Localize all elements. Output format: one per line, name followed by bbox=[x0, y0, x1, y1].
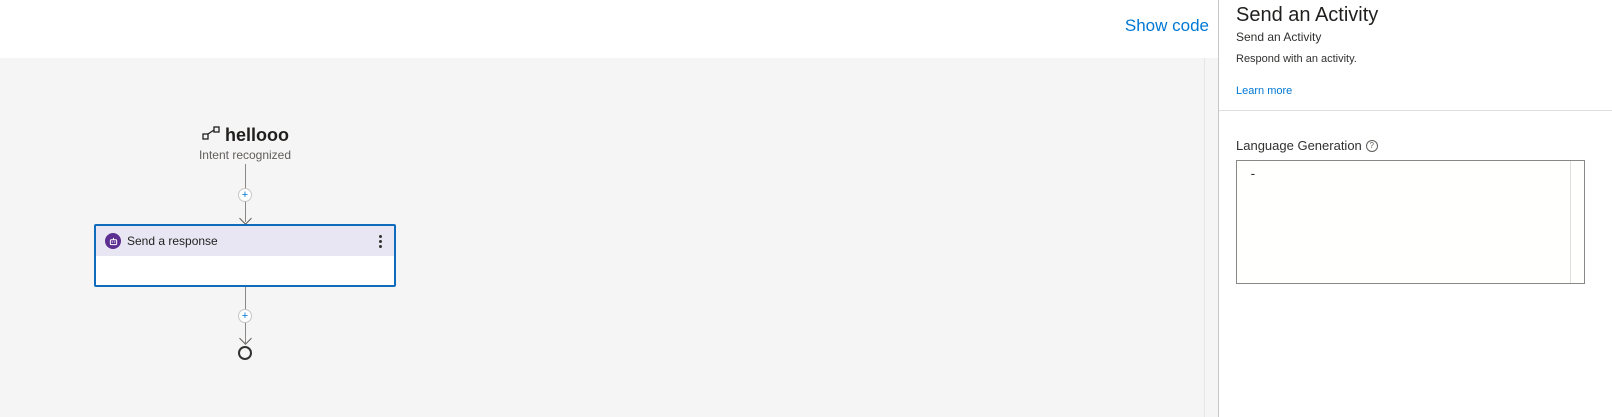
top-toolbar: Show code bbox=[0, 0, 1218, 58]
lg-label-text: Language Generation bbox=[1236, 138, 1362, 153]
more-options-icon[interactable] bbox=[374, 232, 386, 250]
lg-editor-text[interactable]: - bbox=[1249, 167, 1257, 182]
canvas-scrollbar[interactable] bbox=[1204, 58, 1218, 417]
lg-editor[interactable]: - bbox=[1236, 160, 1585, 284]
action-title: Send a response bbox=[127, 234, 218, 248]
trigger-title: hellooo bbox=[225, 124, 289, 145]
lg-label: Language Generation ? bbox=[1236, 138, 1378, 153]
action-header: Send a response bbox=[96, 226, 394, 256]
add-node-button[interactable]: + bbox=[238, 309, 252, 323]
properties-panel: Send an Activity Send an Activity Respon… bbox=[1219, 0, 1612, 417]
trigger-node[interactable]: hellooo Intent recognized bbox=[175, 124, 315, 163]
divider bbox=[1219, 110, 1612, 111]
bot-icon bbox=[105, 233, 121, 249]
show-code-link[interactable]: Show code bbox=[1125, 16, 1209, 36]
panel-title: Send an Activity bbox=[1236, 4, 1379, 26]
add-node-button[interactable]: + bbox=[238, 188, 252, 202]
trigger-subtitle: Intent recognized bbox=[198, 148, 292, 162]
learn-more-link[interactable]: Learn more bbox=[1236, 85, 1292, 97]
send-response-node[interactable]: Send a response bbox=[94, 224, 396, 287]
end-circle-icon bbox=[238, 346, 252, 360]
intent-icon bbox=[201, 125, 221, 146]
panel-description: Respond with an activity. bbox=[1236, 53, 1357, 65]
editor-scrollbar[interactable] bbox=[1570, 161, 1571, 283]
panel-subtitle: Send an Activity bbox=[1236, 30, 1322, 44]
info-icon[interactable]: ? bbox=[1365, 139, 1378, 152]
